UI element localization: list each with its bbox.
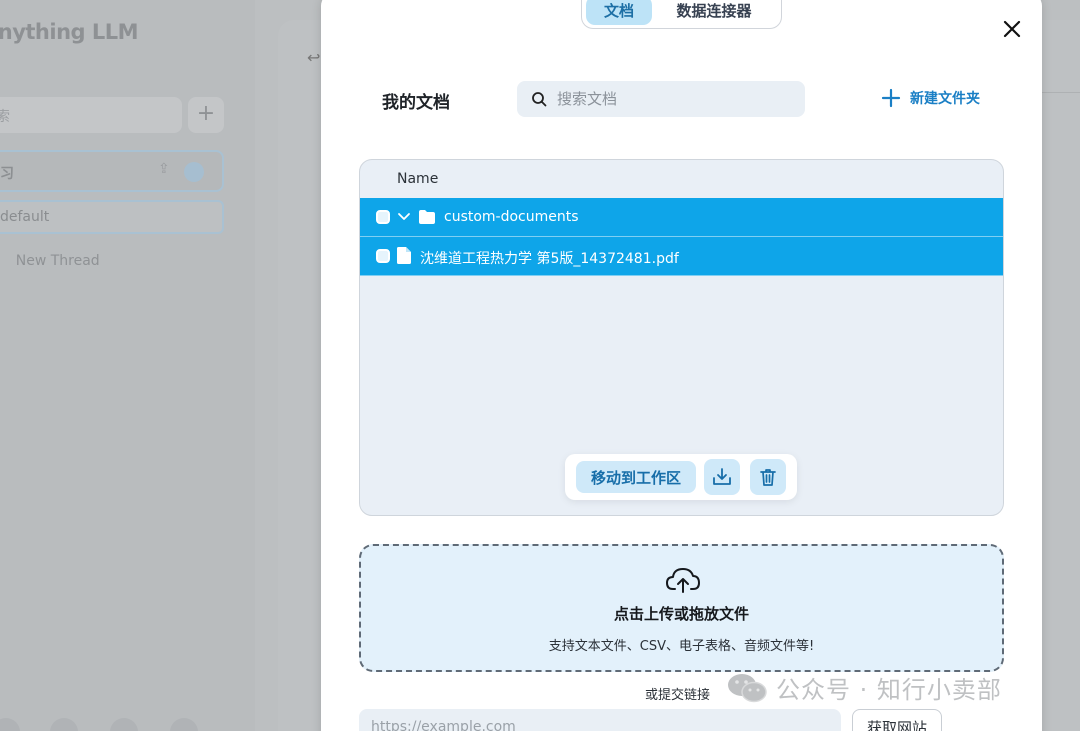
file-name: 沈维道工程热力学 第5版_14372481.pdf (420, 251, 679, 267)
footer-icon[interactable] (110, 718, 138, 731)
tab-data-connectors[interactable]: 数据连接器 (652, 0, 776, 25)
fetch-website-button[interactable]: 获取网站 (852, 709, 942, 731)
footer-icon[interactable] (50, 718, 78, 731)
delete-button[interactable] (750, 459, 786, 495)
document-manager-modal: 文档 数据连接器 我的文档 新建文件夹 Name c (321, 0, 1042, 731)
submit-link-label: 或提交链接 (645, 688, 711, 703)
footer-icon[interactable] (170, 718, 198, 731)
modal-tabs: 文档 数据连接器 (581, 0, 782, 29)
list-item-file[interactable]: 沈维道工程热力学 第5版_14372481.pdf (360, 237, 1003, 276)
search-icon (532, 92, 547, 107)
folder-name: custom-documents (444, 209, 579, 225)
back-icon[interactable]: ↩ (307, 48, 320, 67)
folder-icon (419, 210, 435, 224)
plus-icon (881, 88, 901, 108)
row-checkbox[interactable] (376, 210, 390, 224)
watermark-text: 公众号 · 知行小卖部 (776, 676, 1002, 704)
cloud-upload-icon (666, 568, 700, 593)
upload-subtitle: 支持文本文件、CSV、电子表格、音频文件等! (548, 639, 815, 654)
workspace-label: 学习 (0, 166, 14, 182)
settings-icon[interactable] (184, 162, 204, 182)
sidebar: Anything LLM 搜索 + 学习 ⇪ default +New Thre… (0, 0, 255, 731)
row-checkbox[interactable] (376, 249, 390, 263)
file-upload-dropzone[interactable]: 点击上传或拖放文件 支持文本文件、CSV、电子表格、音频文件等! (359, 544, 1004, 672)
move-to-workspace-button[interactable]: 移动到工作区 (576, 461, 696, 493)
new-folder-button[interactable]: 新建文件夹 (881, 88, 980, 108)
selection-action-bar: 移动到工作区 (565, 454, 797, 500)
download-tray-icon (713, 468, 731, 485)
footer-icon[interactable] (0, 718, 20, 731)
wechat-logo-icon (728, 673, 767, 702)
tab-documents[interactable]: 文档 (586, 0, 652, 25)
close-icon[interactable] (1000, 17, 1024, 41)
document-search[interactable] (517, 81, 805, 117)
new-thread-button[interactable]: +New Thread (0, 253, 100, 269)
new-thread-label: New Thread (15, 253, 100, 269)
file-icon (397, 247, 411, 264)
sidebar-item-workspace[interactable]: 学习 ⇪ (0, 150, 224, 192)
thread-label: default (0, 209, 50, 225)
divider (1040, 92, 1080, 93)
trash-icon (760, 469, 776, 486)
thread-item-default[interactable]: default (0, 200, 224, 234)
watermark: 公众号 · 知行小卖部 (726, 670, 1002, 705)
column-header-name[interactable]: Name (397, 171, 438, 187)
new-workspace-button[interactable]: + (188, 97, 224, 133)
download-tray-button[interactable] (704, 459, 740, 495)
upload-title: 点击上传或拖放文件 (613, 605, 749, 623)
chevron-down-icon[interactable] (397, 210, 411, 224)
new-folder-label: 新建文件夹 (910, 91, 980, 107)
list-item-folder[interactable]: custom-documents (360, 198, 1003, 237)
sidebar-search[interactable]: 搜索 (0, 97, 182, 133)
search-input[interactable] (557, 81, 797, 117)
page-title: 我的文档 (382, 93, 450, 113)
upload-icon[interactable]: ⇪ (158, 161, 170, 177)
app-logo: Anything LLM (0, 20, 139, 44)
sidebar-search-placeholder: 搜索 (0, 109, 10, 125)
url-input[interactable] (359, 709, 841, 731)
file-list-header: Name (360, 160, 1003, 198)
